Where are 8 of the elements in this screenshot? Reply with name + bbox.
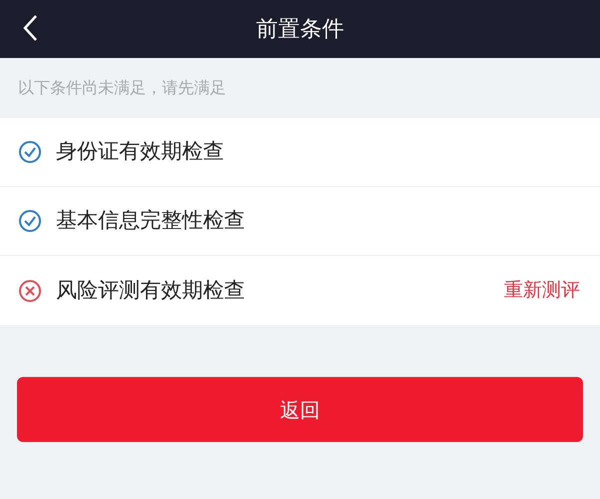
check-label: 基本信息完整性检查 (56, 207, 245, 234)
back-icon (22, 14, 38, 42)
notice-text: 以下条件尚未满足，请先满足 (18, 77, 226, 99)
return-button[interactable]: 返回 (17, 377, 583, 442)
page-title: 前置条件 (256, 16, 344, 44)
check-label: 风险评测有效期检查 (56, 276, 245, 304)
retest-link[interactable]: 重新测评 (504, 276, 580, 305)
check-label: 身份证有效期检查 (56, 138, 224, 166)
